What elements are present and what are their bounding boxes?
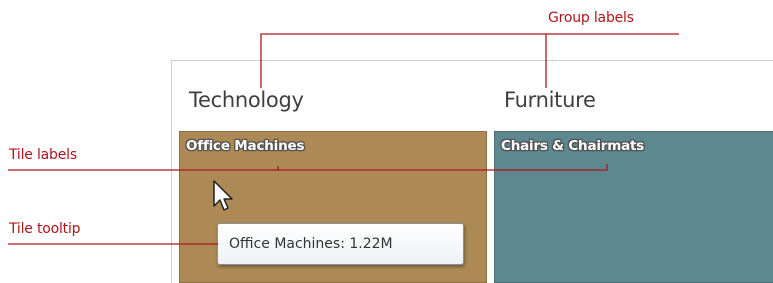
group-labels-connector bbox=[260, 33, 679, 88]
tile-labels-connector bbox=[8, 166, 279, 171]
callout-tile-tooltip: Tile tooltip bbox=[9, 221, 81, 237]
tile-labels-connector-chairs bbox=[278, 164, 608, 171]
callout-lines bbox=[8, 33, 679, 245]
callout-group-labels: Group labels bbox=[548, 10, 634, 26]
callout-tile-labels: Tile labels bbox=[9, 147, 77, 163]
